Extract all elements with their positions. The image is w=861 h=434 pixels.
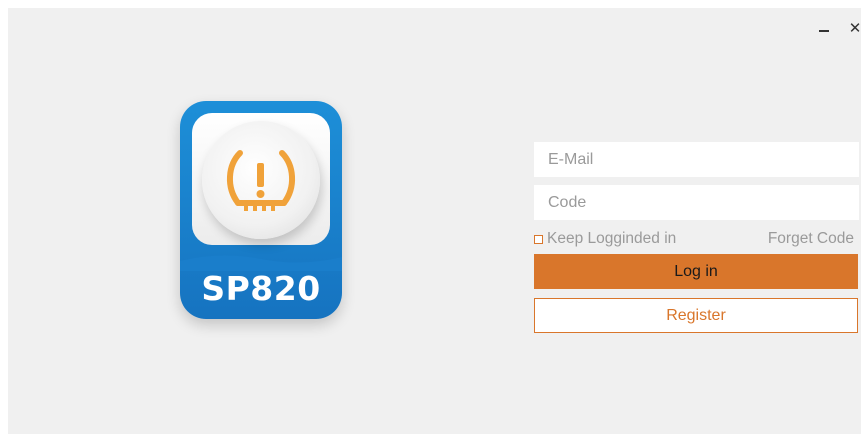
logo-wave (180, 255, 342, 271)
email-field[interactable] (534, 142, 859, 177)
keep-logged-in-checkbox[interactable]: Keep Logginded in (534, 230, 676, 248)
close-icon: ✕ (848, 19, 861, 37)
login-button[interactable]: Log in (534, 254, 858, 289)
tpms-warning-icon (227, 150, 295, 211)
close-button[interactable]: ✕ (845, 18, 861, 38)
forget-code-link[interactable]: Forget Code (768, 230, 854, 248)
register-button[interactable]: Register (534, 298, 858, 333)
brand-text: SP820 (201, 269, 321, 308)
code-field[interactable] (534, 185, 859, 220)
login-window: ✕ SP820 Keep Logginded i (8, 8, 861, 434)
keep-logged-in-label: Keep Logginded in (547, 230, 677, 247)
minimize-button[interactable] (814, 18, 834, 38)
checkbox-box[interactable] (534, 234, 543, 244)
app-logo: SP820 (180, 101, 342, 319)
minimize-icon (819, 30, 829, 32)
